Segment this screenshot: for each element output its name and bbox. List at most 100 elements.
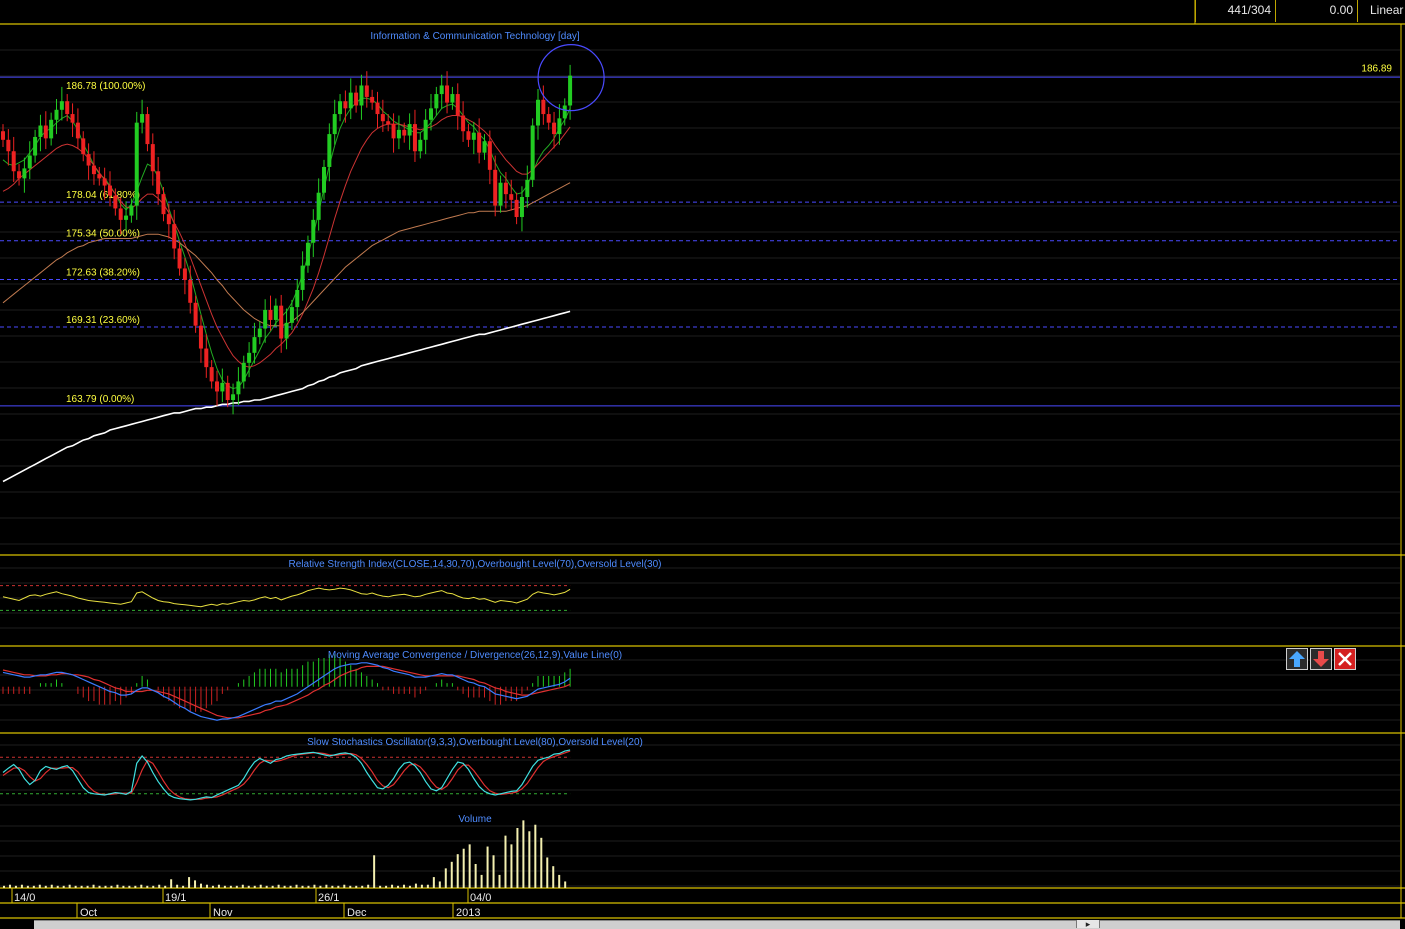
volume-bar [355,885,358,888]
candle-body [338,101,343,115]
volume-bar [68,884,71,888]
chart-canvas[interactable]: 186.78 (100.00%)178.04 (61.80%)175.34 (5… [0,0,1405,928]
candle-body [177,248,182,269]
volume-bar [277,884,280,888]
date-tick-label: 26/1 [318,892,339,904]
candle-body [27,155,32,169]
candle-body [562,105,567,119]
candle-body [493,169,498,206]
candle-body [402,129,407,136]
candle-body [370,96,375,103]
volume-bar [331,885,334,888]
volume-bar [397,885,400,888]
candle-body [332,114,337,135]
volume-bar [564,881,567,888]
volume-bar [474,864,477,888]
volume-bar [205,884,208,888]
volume-bar [32,885,35,888]
chart-stage: 186.78 (100.00%) 178.04 (61.80%) 175.34 (5… [0,0,1405,929]
volume-bar [92,884,95,888]
volume-bar [361,885,364,888]
candle-body [279,305,284,339]
candle-body [33,136,38,156]
candle-body [455,94,460,116]
candle-body [386,121,391,125]
close-panel-button[interactable] [1334,648,1356,670]
volume-bar [343,884,346,888]
volume-bar [200,883,203,888]
candle-body [236,381,241,395]
candle-body [108,185,112,196]
volume-bar [534,824,537,888]
volume-bar [349,885,352,888]
cursor-readout: 441/304 [1195,0,1275,22]
candle-body [204,348,209,368]
candle-body [391,124,396,139]
scale-mode-selector[interactable]: Linear [1357,0,1405,22]
volume-bar [211,885,214,888]
candle-body [364,85,369,97]
candle-body [568,75,573,106]
candle-body [257,328,262,338]
scroll-right-arrow[interactable]: ▸ [1076,920,1100,929]
fibonacci-label: 169.31 (23.60%) [66,315,140,326]
date-tick-label: 14/0 [14,892,35,904]
month-label: Dec [347,907,367,919]
candle-body [113,195,118,209]
volume-bar [385,885,388,888]
candle-body [322,166,326,193]
candle-body [514,199,519,218]
candle-body [198,325,203,349]
volume-bar [56,885,59,888]
candle-body [423,119,428,140]
move-panel-up-button[interactable] [1286,648,1308,670]
candle-body [546,114,551,123]
candle-body [305,242,310,266]
volume-bar [188,877,191,888]
candle-body [75,122,80,139]
volume-bar [307,885,310,888]
move-panel-down-button[interactable] [1310,648,1332,670]
candle-body [134,122,139,206]
volume-bar [271,885,274,888]
candle-body [129,205,134,216]
volume-bar [128,885,131,888]
volume-bar [140,884,143,888]
volume-bar [456,854,459,888]
candle-body [81,138,86,155]
candle-body [193,302,198,326]
volume-bar [414,883,417,888]
volume-bar [301,885,304,888]
volume-bar [516,828,519,888]
volume-bar [134,885,137,888]
candle-body [268,309,273,320]
volume-bar [504,835,507,888]
volume-bar [546,857,549,888]
volume-bar [223,885,226,888]
candle-body [327,134,332,167]
month-label: Oct [80,907,97,919]
candle-body [482,141,487,153]
volume-bar [420,884,423,888]
candle-body [300,265,305,290]
candle-body [102,178,107,186]
date-tick-label: 04/0 [470,892,491,904]
value-readout: 0.00 [1275,0,1357,22]
volume-bar [265,885,268,888]
volume-bar [408,885,411,888]
candle-body [557,118,562,135]
volume-bar [498,874,501,888]
volume-bar [247,885,250,888]
candle-body [263,309,268,329]
candle-body [241,362,246,382]
candle-body [461,115,466,132]
volume-bar [480,874,483,888]
candle-body [316,192,321,220]
candle-body [161,194,166,215]
volume-bar [3,885,5,888]
candle-body [498,182,503,206]
volume-bar [26,885,29,888]
volume-title: Volume [458,814,492,825]
volume-bar [235,885,238,888]
volume-bar [426,884,429,888]
